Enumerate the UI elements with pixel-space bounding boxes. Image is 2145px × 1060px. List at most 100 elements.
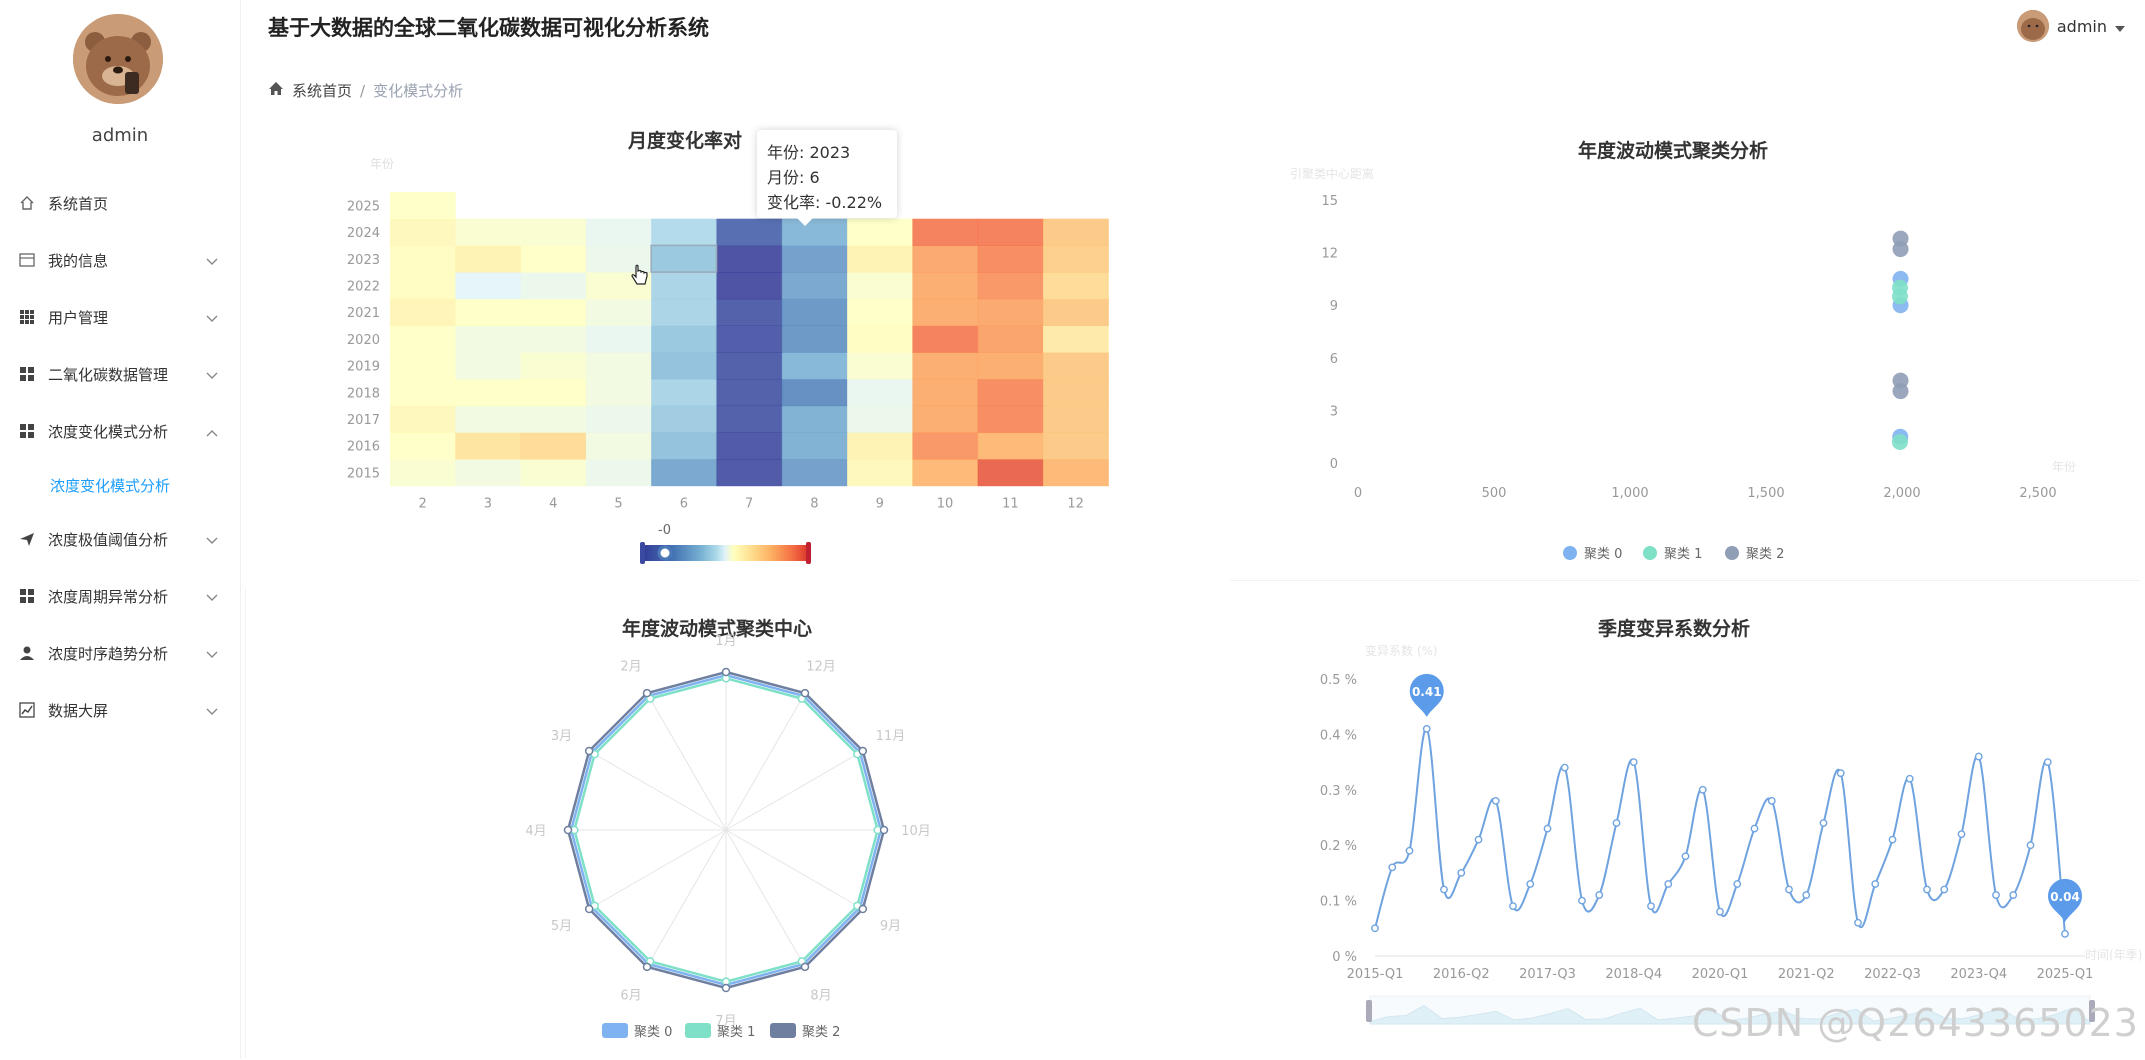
- send-icon: [18, 530, 36, 548]
- legend-marker: [685, 1023, 711, 1038]
- sidebar-item-co2-data-management[interactable]: 二氧化碳数据管理: [0, 354, 240, 394]
- heatmap-cell: [1043, 378, 1109, 407]
- sidebar-item-big-screen[interactable]: 数据大屏: [0, 690, 240, 730]
- heatmap-cell: [716, 325, 783, 353]
- data-point: [1871, 880, 1880, 888]
- heatmap-cell: [520, 218, 587, 246]
- data-point: [1923, 885, 1931, 894]
- visual-map-handle-left: [640, 542, 645, 564]
- data-point: [1491, 796, 1500, 805]
- user-icon: [18, 644, 36, 662]
- data-point: [1888, 835, 1897, 844]
- x-tick-label: 11: [1002, 497, 1019, 512]
- home-icon: [268, 81, 284, 100]
- data-point: [1785, 885, 1793, 894]
- radar-point: [584, 746, 594, 756]
- caret-down-icon: [2115, 17, 2125, 36]
- user-menu[interactable]: admin: [2016, 10, 2125, 42]
- x-tick-label: 2: [419, 497, 427, 512]
- chevron-down-icon: [206, 702, 218, 720]
- x-tick-label: 2025-Q1: [2037, 967, 2094, 982]
- visual-map-label: -0: [658, 523, 671, 538]
- heatmap-cell: [651, 272, 717, 300]
- x-tick-label: 2021-Q2: [1778, 967, 1835, 982]
- x-tick-label: 500: [1482, 486, 1507, 501]
- radar-axis: [725, 692, 806, 831]
- y-tick-label: 6: [1330, 352, 1338, 367]
- heatmap-cell: [977, 405, 1044, 433]
- data-point: [1457, 868, 1466, 877]
- data-zoom-handle-left: [1366, 1000, 1372, 1022]
- heatmap-cell: [847, 459, 913, 487]
- data-point: [1698, 785, 1707, 794]
- data-point: [1854, 918, 1862, 927]
- heatmap-cell: [716, 245, 783, 273]
- heatmap-cell: [781, 405, 848, 433]
- heatmap-cell: [651, 378, 717, 407]
- data-point: [1560, 763, 1569, 772]
- x-tick-label: 2023-Q4: [1950, 967, 2007, 982]
- bear-avatar-icon: [73, 14, 163, 104]
- heatmap-cell: [912, 245, 979, 273]
- heatmap-cell: [651, 218, 717, 246]
- data-point: [1371, 924, 1379, 933]
- y-tick-label: 2017: [347, 413, 380, 428]
- min-marker-label: 0.04: [2050, 890, 2080, 904]
- tooltip-rate: 变化率: -0.22%: [767, 193, 883, 212]
- y-tick-label: 0: [1330, 457, 1338, 472]
- data-point: [1595, 891, 1604, 899]
- sidebar-item-user-management[interactable]: 用户管理: [0, 297, 240, 337]
- heatmap-cell: [455, 298, 522, 326]
- heatmap-cell: [520, 245, 587, 273]
- sidebar-user-name: admin: [91, 125, 149, 146]
- heatmap-cell: [390, 218, 456, 246]
- heatmap-cell: [781, 218, 848, 246]
- radar-chart: 1月12月11月10月9月8月7月6月5月4月3月2月聚类 0 聚类 1 聚类 2: [525, 634, 930, 1040]
- sidebar-item-pattern-analysis[interactable]: 浓度变化模式分析: [0, 411, 240, 451]
- heatmap-cell: [455, 218, 522, 246]
- heatmap-cell: [390, 325, 456, 353]
- heatmap-cell: [390, 459, 456, 487]
- legend-marker: [1563, 546, 1577, 560]
- sidebar-item-my-info[interactable]: 我的信息: [0, 240, 240, 280]
- grid-icon: [18, 587, 36, 605]
- grid-icon: [18, 422, 36, 440]
- heatmap-cell: [781, 245, 848, 273]
- sidebar-item-label: 用户管理: [48, 308, 109, 327]
- heatmap-cell: [847, 432, 913, 460]
- avatar[interactable]: [73, 14, 163, 104]
- heatmap-cell: [520, 352, 587, 380]
- heatmap-cell: [847, 352, 913, 380]
- heatmap-cell: [1043, 272, 1109, 300]
- heatmap-cell: [781, 298, 848, 326]
- heatmap-cell: [912, 218, 979, 246]
- radar-indicator-label: 6月: [620, 989, 641, 1004]
- heatmap-cell: [781, 378, 848, 407]
- sidebar-item-time-trend[interactable]: 浓度时序趋势分析: [0, 633, 240, 673]
- sidebar-item-home[interactable]: 系统首页: [0, 183, 240, 223]
- heatmap-tooltip: 年份: 2023 月份: 6 变化率: -0.22%: [757, 130, 897, 226]
- scatter-point: [1891, 433, 1908, 450]
- sidebar-item-extreme-threshold[interactable]: 浓度极值阈值分析: [0, 519, 240, 559]
- heatmap-cell: [520, 298, 587, 326]
- y-tick-label: 2019: [347, 360, 380, 375]
- heatmap-cell: [651, 298, 717, 326]
- heatmap-cell: [912, 272, 979, 300]
- heatmap-cell: [651, 405, 717, 433]
- chevron-down-icon: [206, 645, 218, 663]
- heatmap-cell: [716, 352, 783, 380]
- heatmap-cell: [520, 378, 587, 407]
- heatmap-cell: [912, 325, 979, 353]
- sidebar-item-label: 我的信息: [48, 251, 109, 270]
- data-point: [1388, 863, 1397, 872]
- data-point: [1405, 846, 1414, 855]
- heatmap-cell: [585, 378, 652, 407]
- heatmap-cell: [390, 192, 456, 220]
- heatmap-cell: [847, 405, 913, 433]
- breadcrumb-home[interactable]: 系统首页: [292, 80, 352, 101]
- heatmap-cell: [716, 432, 783, 460]
- tooltip-month: 月份: 6: [767, 168, 820, 187]
- scatter-point: [1892, 241, 1909, 258]
- heatmap-cell: [977, 218, 1044, 246]
- sidebar-item-periodic-anomaly[interactable]: 浓度周期异常分析: [0, 576, 240, 616]
